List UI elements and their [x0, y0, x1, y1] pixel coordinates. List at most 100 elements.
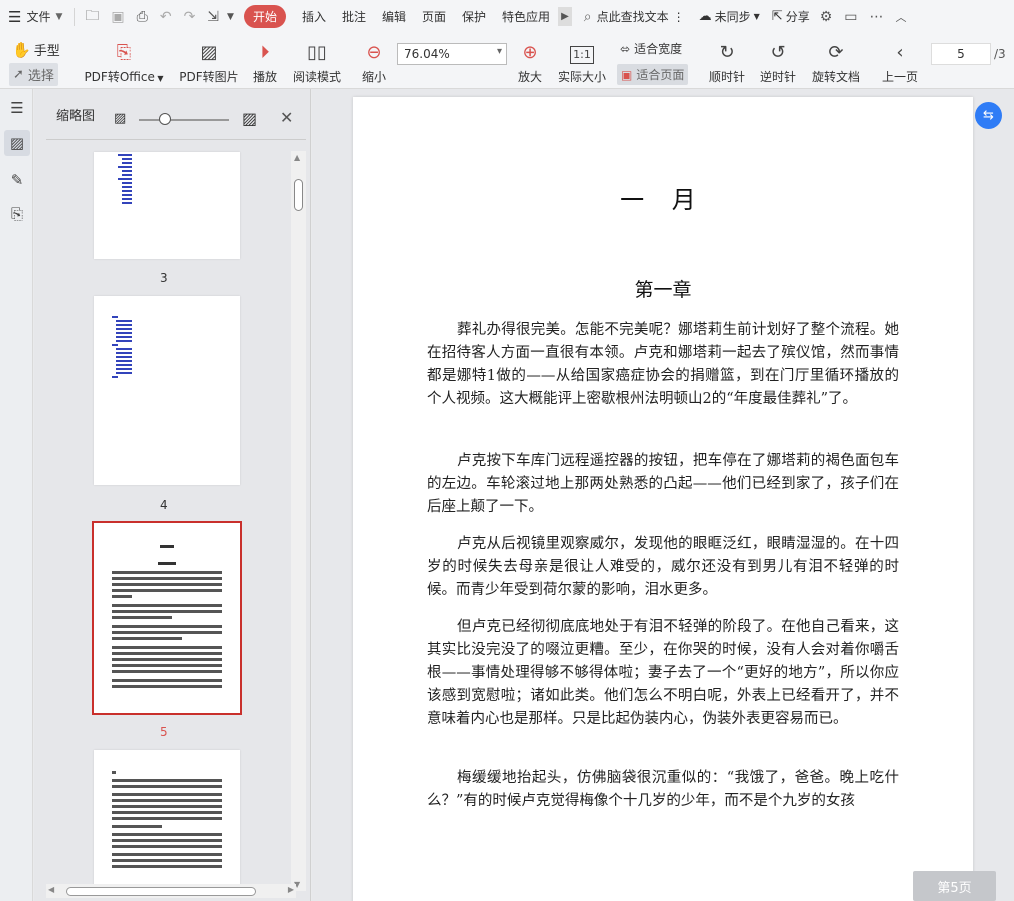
zoom-in-icon: ⊕ — [522, 42, 538, 63]
save-icon[interactable]: ▣ — [111, 9, 124, 25]
thumbnail-vertical-scrollbar[interactable]: ▲ ▼ — [291, 151, 306, 891]
annotation-panel-icon[interactable]: ✎ — [4, 167, 30, 193]
sync-button[interactable]: ☁ 未同步 ▼ — [693, 0, 768, 33]
attachment-panel-icon[interactable]: ⎘ — [4, 201, 30, 227]
document-title: 一 月 — [620, 186, 706, 214]
select-tool-button[interactable]: ➚ 选择 — [9, 63, 58, 86]
document-page: 一 月 第一章 葬礼办得很完美。怎能不完美呢？娜塔莉生前计划好了整个流程。她在招… — [353, 97, 973, 901]
thumbnail-panel-icon[interactable]: ▨ — [4, 130, 30, 156]
print-icon[interactable]: ⎙ — [137, 9, 148, 25]
tab-comment[interactable]: 批注 — [334, 0, 374, 33]
paragraph: 卢克按下车库门远程遥控器的按钮，把车停在了娜塔莉的褐色面包车的左边。车轮滚过地上… — [427, 453, 899, 515]
paragraph: 梅缓缓地抬起头，仿佛脑袋很沉重似的：“我饿了，爸爸。晚上吃什么？”有的时候卢克觉… — [427, 770, 899, 809]
chevron-right-icon[interactable]: ▶ — [558, 7, 572, 26]
read-mode-button[interactable]: ▯▯ 阅读模式 — [292, 33, 342, 85]
rotate-ccw-icon: ↺ — [770, 42, 786, 63]
document-viewer[interactable]: 一 月 第一章 葬礼办得很完美。怎能不完美呢？娜塔莉生前计划好了整个流程。她在招… — [312, 89, 1014, 901]
zoom-select[interactable]: 76.04% ▾ — [397, 43, 507, 65]
tab-insert[interactable]: 插入 — [294, 0, 334, 33]
chevron-down-icon[interactable]: ▼ — [227, 12, 234, 22]
bookmark-panel-icon[interactable]: ☰ — [4, 95, 30, 121]
fit-width-button[interactable]: ⬄ 适合宽度 — [620, 40, 682, 57]
thumbnail-page[interactable] — [94, 152, 240, 259]
pdf-to-office-button[interactable]: ⎘ PDF转Office ▼ — [84, 33, 163, 85]
thumbnail-size-slider[interactable] — [139, 119, 229, 121]
book-icon: ▯▯ — [307, 42, 327, 63]
toc-lines — [112, 316, 240, 378]
chevron-down-icon: ▼ — [55, 11, 63, 22]
hamburger-icon: ☰ — [8, 7, 22, 26]
rotate-counterclockwise-button[interactable]: ↺ 逆时针 — [758, 33, 798, 85]
small-image-icon[interactable]: ▨ — [114, 111, 126, 126]
tab-start[interactable]: 开始 — [243, 5, 286, 28]
large-image-icon[interactable]: ▨ — [242, 109, 257, 128]
redo-icon[interactable]: ↷ — [184, 9, 196, 25]
tab-features[interactable]: 特色应用 — [494, 0, 558, 33]
settings-icon[interactable]: ⚙ — [820, 9, 833, 25]
more-icon[interactable]: ⋯ — [870, 9, 884, 25]
export-icon[interactable]: ⇲ — [207, 9, 219, 25]
scrollbar-thumb[interactable] — [294, 179, 303, 211]
menu-bar: ☰ 文件 ▼ 🗀 ▣ ⎙ ↶ ↷ ⇲ ▼ 开始 插入 批注 编辑 页面 保护 特… — [0, 0, 1014, 33]
collapse-icon[interactable]: ︿ — [896, 9, 907, 25]
toc-lines — [118, 154, 132, 204]
thumb-title — [160, 545, 174, 548]
close-icon[interactable]: ✕ — [280, 108, 293, 127]
page-indicator-badge: 第5页 — [913, 871, 996, 901]
rotate-document-button[interactable]: ⟳ 旋转文档 — [810, 33, 862, 85]
rotate-doc-icon: ⟳ — [828, 42, 844, 63]
fit-page-icon: ▣ — [621, 67, 633, 82]
pdf-to-image-button[interactable]: ▨ PDF转图片 — [178, 33, 240, 85]
scrollbar-thumb[interactable] — [66, 887, 256, 896]
rotate-cw-icon: ↻ — [719, 42, 735, 63]
comment-icon[interactable]: ▭ — [844, 9, 857, 25]
zoom-in-button[interactable]: ⊕ 放大 — [515, 33, 545, 85]
page-number-input[interactable]: 5 — [931, 43, 991, 65]
zoom-out-icon: ⊖ — [366, 42, 382, 63]
slider-knob[interactable] — [159, 113, 171, 125]
rotate-clockwise-button[interactable]: ↻ 顺时针 — [707, 33, 747, 85]
zoom-out-button[interactable]: ⊖ 缩小 — [359, 33, 389, 85]
search-icon: ⌕ — [583, 8, 592, 25]
left-icon-bar: ☰ ▨ ✎ ⎘ — [0, 89, 33, 901]
scroll-up-icon[interactable]: ▲ — [294, 153, 300, 162]
thumb-text-lines — [112, 771, 222, 868]
thumbnail-page-number: 3 — [160, 271, 168, 285]
image-convert-icon: ▨ — [200, 42, 218, 63]
share-button[interactable]: ⇱ 分享 — [768, 0, 814, 33]
paragraph: 葬礼办得很完美。怎能不完美呢？娜塔莉生前计划好了整个流程。她在招待客人方面一直很… — [427, 322, 899, 407]
tab-edit[interactable]: 编辑 — [374, 0, 414, 33]
thumb-chapter — [158, 562, 176, 565]
fit-page-button[interactable]: ▣ 适合页面 — [617, 64, 689, 85]
open-folder-icon[interactable]: 🗀 — [85, 5, 99, 29]
thumbnail-page-selected[interactable] — [92, 521, 242, 715]
more-icon: ⋮ — [672, 9, 685, 24]
divider — [74, 7, 76, 26]
divider — [46, 139, 306, 140]
thumbnail-horizontal-scrollbar[interactable]: ◀ ▶ — [46, 884, 296, 898]
thumbnail-title: 缩略图 — [56, 108, 96, 124]
chevron-down-icon: ▾ — [496, 46, 502, 57]
floating-convert-icon[interactable]: ⇆ — [975, 102, 1002, 129]
cloud-icon: ☁ — [698, 9, 712, 24]
prev-page-button[interactable]: ‹ 上一页 — [880, 33, 920, 85]
thumbnail-page[interactable] — [94, 296, 240, 485]
file-menu[interactable]: ☰ 文件 ▼ — [0, 0, 70, 33]
hand-tool-button[interactable]: ✋ 手型 — [12, 40, 60, 60]
chevron-down-icon: ▼ — [753, 12, 760, 21]
tab-protect[interactable]: 保护 — [454, 0, 494, 33]
thumbnail-page[interactable] — [94, 750, 240, 890]
scroll-left-icon[interactable]: ◀ — [48, 885, 54, 894]
total-pages: /3 — [994, 47, 1006, 61]
undo-icon[interactable]: ↶ — [160, 9, 172, 25]
actual-size-button[interactable]: 1:1 实际大小 — [556, 33, 608, 85]
play-button[interactable]: ⏵ 播放 — [250, 33, 280, 85]
search-box[interactable]: ⌕ 点此查找文本 ⋮ — [572, 0, 693, 33]
hand-icon: ✋ — [12, 40, 31, 59]
tab-page[interactable]: 页面 — [414, 0, 454, 33]
paragraph: 卢克从后视镜里观察威尔，发现他的眼眶泛红，眼睛湿湿的。在十四岁的时候失去母亲是很… — [427, 536, 899, 598]
scroll-right-icon[interactable]: ▶ — [288, 885, 294, 894]
thumbnail-page-number: 4 — [160, 498, 168, 512]
fit-width-icon: ⬄ — [620, 41, 631, 56]
cursor-icon: ➚ — [13, 67, 24, 82]
